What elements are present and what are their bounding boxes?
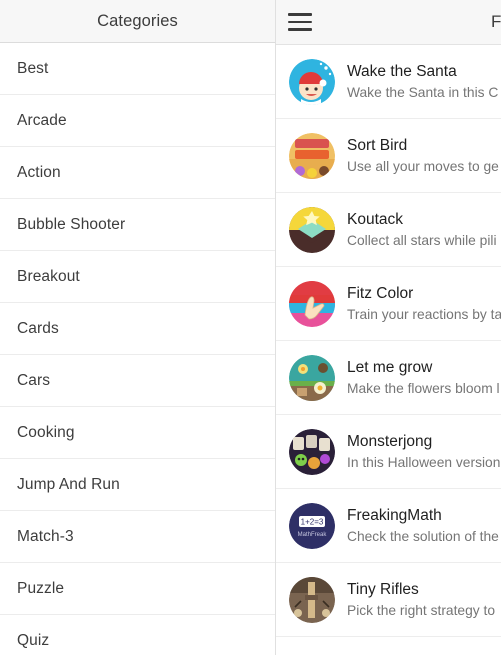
sidebar-item-label: Cars (17, 371, 51, 389)
game-text-block: FreakingMath Check the solution of the (347, 506, 499, 546)
hamburger-bar-3 (288, 28, 312, 32)
sidebar-item-label: Action (17, 163, 61, 181)
game-list-item[interactable]: Tiny Rifles Pick the right strategy to (276, 563, 501, 637)
game-description: Train your reactions by ta (347, 306, 501, 322)
game-list-item[interactable]: Sort Bird Use all your moves to ge (276, 119, 501, 193)
game-text-block: Let me grow Make the flowers bloom l (347, 358, 500, 398)
sidebar-item-label: Arcade (17, 111, 67, 129)
game-title: Koutack (347, 210, 404, 228)
sidebar-item-cooking[interactable]: Cooking (0, 407, 275, 459)
fitz-color-icon (289, 280, 335, 327)
game-description: Use all your moves to ge (347, 158, 499, 174)
game-list-item[interactable]: 1+2=3 MathFreak FreakingMath Check the solu… (276, 489, 501, 563)
sidebar-item-label: Match-3 (17, 527, 74, 545)
sidebar-item-arcade[interactable]: Arcade (0, 95, 275, 147)
sidebar-item-label: Bubble Shooter (17, 215, 126, 233)
sidebar-item-jump-and-run[interactable]: Jump And Run (0, 459, 275, 511)
game-list-item[interactable]: Koutack Collect all stars while pili (276, 193, 501, 267)
monsterjong-icon (289, 428, 335, 475)
game-description: Make the flowers bloom l (347, 380, 500, 396)
game-title: Wake the Santa (347, 62, 457, 80)
game-title: FreakingMath (347, 506, 442, 524)
sidebar-item-cards[interactable]: Cards (0, 303, 275, 355)
content-header: F (276, 0, 501, 45)
sidebar-item-label: Breakout (17, 267, 80, 285)
games-panel: F Wake the Santa Wake the Santa in this C… (276, 0, 501, 655)
game-description: In this Halloween version (347, 454, 501, 470)
svg-text:MathFreak: MathFreak (298, 532, 328, 538)
sidebar-item-bubble-shooter[interactable]: Bubble Shooter (0, 199, 275, 251)
hamburger-bar-1 (288, 13, 312, 16)
game-text-block: Monsterjong In this Halloween version (347, 432, 500, 472)
sidebar-item-label: Cards (17, 319, 59, 337)
game-list-item[interactable]: Wake the Santa Wake the Santa in this C (276, 45, 501, 119)
game-text-block: Wake the Santa Wake the Santa in this C (347, 62, 498, 102)
sidebar-item-puzzle[interactable]: Puzzle (0, 563, 275, 615)
hamburger-bar-2 (288, 20, 312, 24)
game-title: Sort Bird (347, 136, 408, 154)
tiny-rifles-icon (289, 576, 335, 623)
sidebar-item-label: Puzzle (17, 579, 65, 597)
sidebar-item-label: Cooking (17, 423, 75, 441)
let-me-grow-icon (289, 354, 335, 401)
sidebar-header: Categories (0, 0, 275, 43)
category-list: Best Arcade Action Bubble Shooter Breakout Ca… (0, 43, 275, 654)
game-text-block: Koutack Collect all stars while pili (347, 210, 497, 250)
sidebar-item-quiz[interactable]: Quiz (0, 615, 275, 654)
koutack-icon (289, 206, 335, 253)
categories-sidebar: Categories Best Arcade Action Bubble Shoote… (0, 0, 276, 655)
game-description: Wake the Santa in this C (347, 84, 499, 100)
game-description: Collect all stars while pili (347, 232, 497, 248)
sidebar-item-cars[interactable]: Cars (0, 355, 275, 407)
sidebar-item-label: Best (17, 59, 49, 77)
game-title: Fitz Color (347, 284, 414, 302)
sidebar-header-title: Categories (97, 11, 178, 30)
game-text-block: Tiny Rifles Pick the right strategy to (347, 580, 495, 620)
content-header-title: F (491, 12, 501, 31)
game-description: Pick the right strategy to (347, 602, 495, 618)
sidebar-item-action[interactable]: Action (0, 147, 275, 199)
game-title: Monsterjong (347, 432, 433, 450)
game-list: Wake the Santa Wake the Santa in this C So… (276, 45, 501, 655)
sidebar-item-best[interactable]: Best (0, 43, 275, 95)
game-text-block: Fitz Color Train your reactions by ta (347, 284, 501, 324)
svg-text:1+2=3: 1+2=3 (301, 517, 324, 526)
game-list-item[interactable]: Fitz Color Train your reactions by ta (276, 267, 501, 341)
sidebar-item-match-3[interactable]: Match-3 (0, 511, 275, 563)
game-title: Let me grow (347, 358, 433, 376)
hamburger-menu-icon[interactable] (286, 11, 312, 33)
freakingmath-icon: 1+2=3 MathFreak (289, 502, 335, 549)
game-title: Tiny Rifles (347, 580, 419, 598)
sidebar-item-breakout[interactable]: Breakout (0, 251, 275, 303)
game-list-item[interactable]: Let me grow Make the flowers bloom l (276, 341, 501, 415)
game-list-item[interactable]: Monsterjong In this Halloween version (276, 415, 501, 489)
wake-the-santa-icon (289, 58, 335, 105)
game-text-block: Sort Bird Use all your moves to ge (347, 136, 499, 176)
game-description: Check the solution of the (347, 528, 499, 544)
sort-bird-icon (289, 132, 335, 179)
sidebar-item-label: Quiz (17, 631, 50, 649)
sidebar-item-label: Jump And Run (17, 475, 120, 493)
app-root: Categories Best Arcade Action Bubble Shoote… (0, 0, 501, 655)
